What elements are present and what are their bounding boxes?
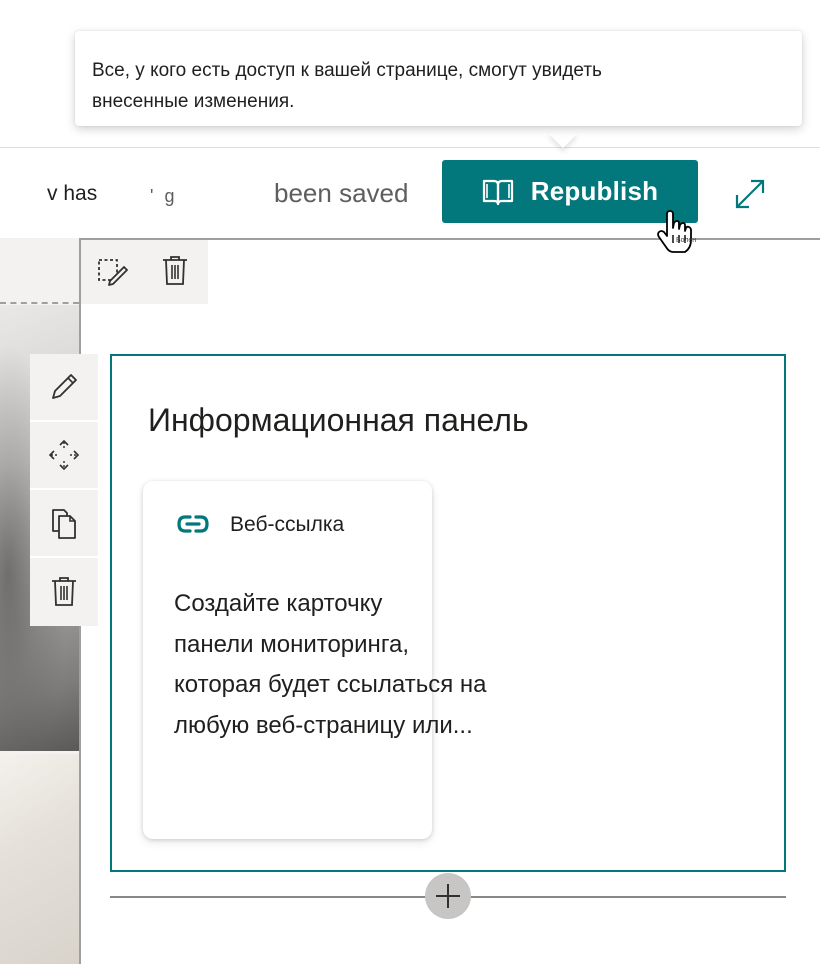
republish-callout: Все, у кого есть доступ к вашей странице… (75, 31, 802, 126)
move-icon (48, 439, 80, 471)
cursor-tooltip-text: Болен (676, 237, 697, 244)
pencil-icon (52, 374, 77, 399)
link-icon (177, 515, 209, 533)
hero-image-lower (0, 754, 79, 964)
section-toolbar (81, 240, 208, 304)
move-webpart-button[interactable] (30, 422, 98, 488)
card-type-label: Веб-ссылка (230, 513, 345, 536)
trash-icon[interactable] (158, 253, 192, 287)
left-section-dashed-border (0, 302, 79, 304)
edit-webpart-button[interactable] (30, 354, 98, 420)
plus-icon (436, 884, 460, 908)
delete-webpart-button[interactable] (30, 558, 98, 624)
header-divider (0, 147, 820, 148)
open-book-icon (482, 179, 513, 205)
trash-icon (52, 577, 76, 606)
add-webpart-button[interactable] (425, 873, 471, 919)
card-description: Создайте карточку панели мониторинга, ко… (174, 584, 554, 746)
edit-section-icon[interactable] (95, 254, 129, 288)
copy-webpart-button[interactable] (30, 490, 98, 556)
hand-pointer-cursor (657, 210, 692, 253)
republish-label: Republish (530, 176, 659, 206)
card-description-line: панели мониторинга, (174, 630, 410, 658)
status-text-fragment: v has (47, 182, 98, 205)
copy-icon (52, 509, 76, 539)
status-text-partial: ' g (150, 186, 178, 206)
card-description-line: любую веб-страницу или... (174, 711, 473, 739)
callout-text: Все, у кого есть доступ к вашей странице… (92, 60, 602, 112)
webpart-title[interactable]: Информационная панель (148, 402, 529, 439)
save-status-text: been saved (274, 178, 409, 208)
webpart-toolbar (30, 354, 98, 626)
card-description-line: Создайте карточку (174, 590, 383, 617)
card-description-line: которая будет ссылаться на (174, 671, 487, 698)
expand-icon[interactable] (730, 174, 770, 214)
